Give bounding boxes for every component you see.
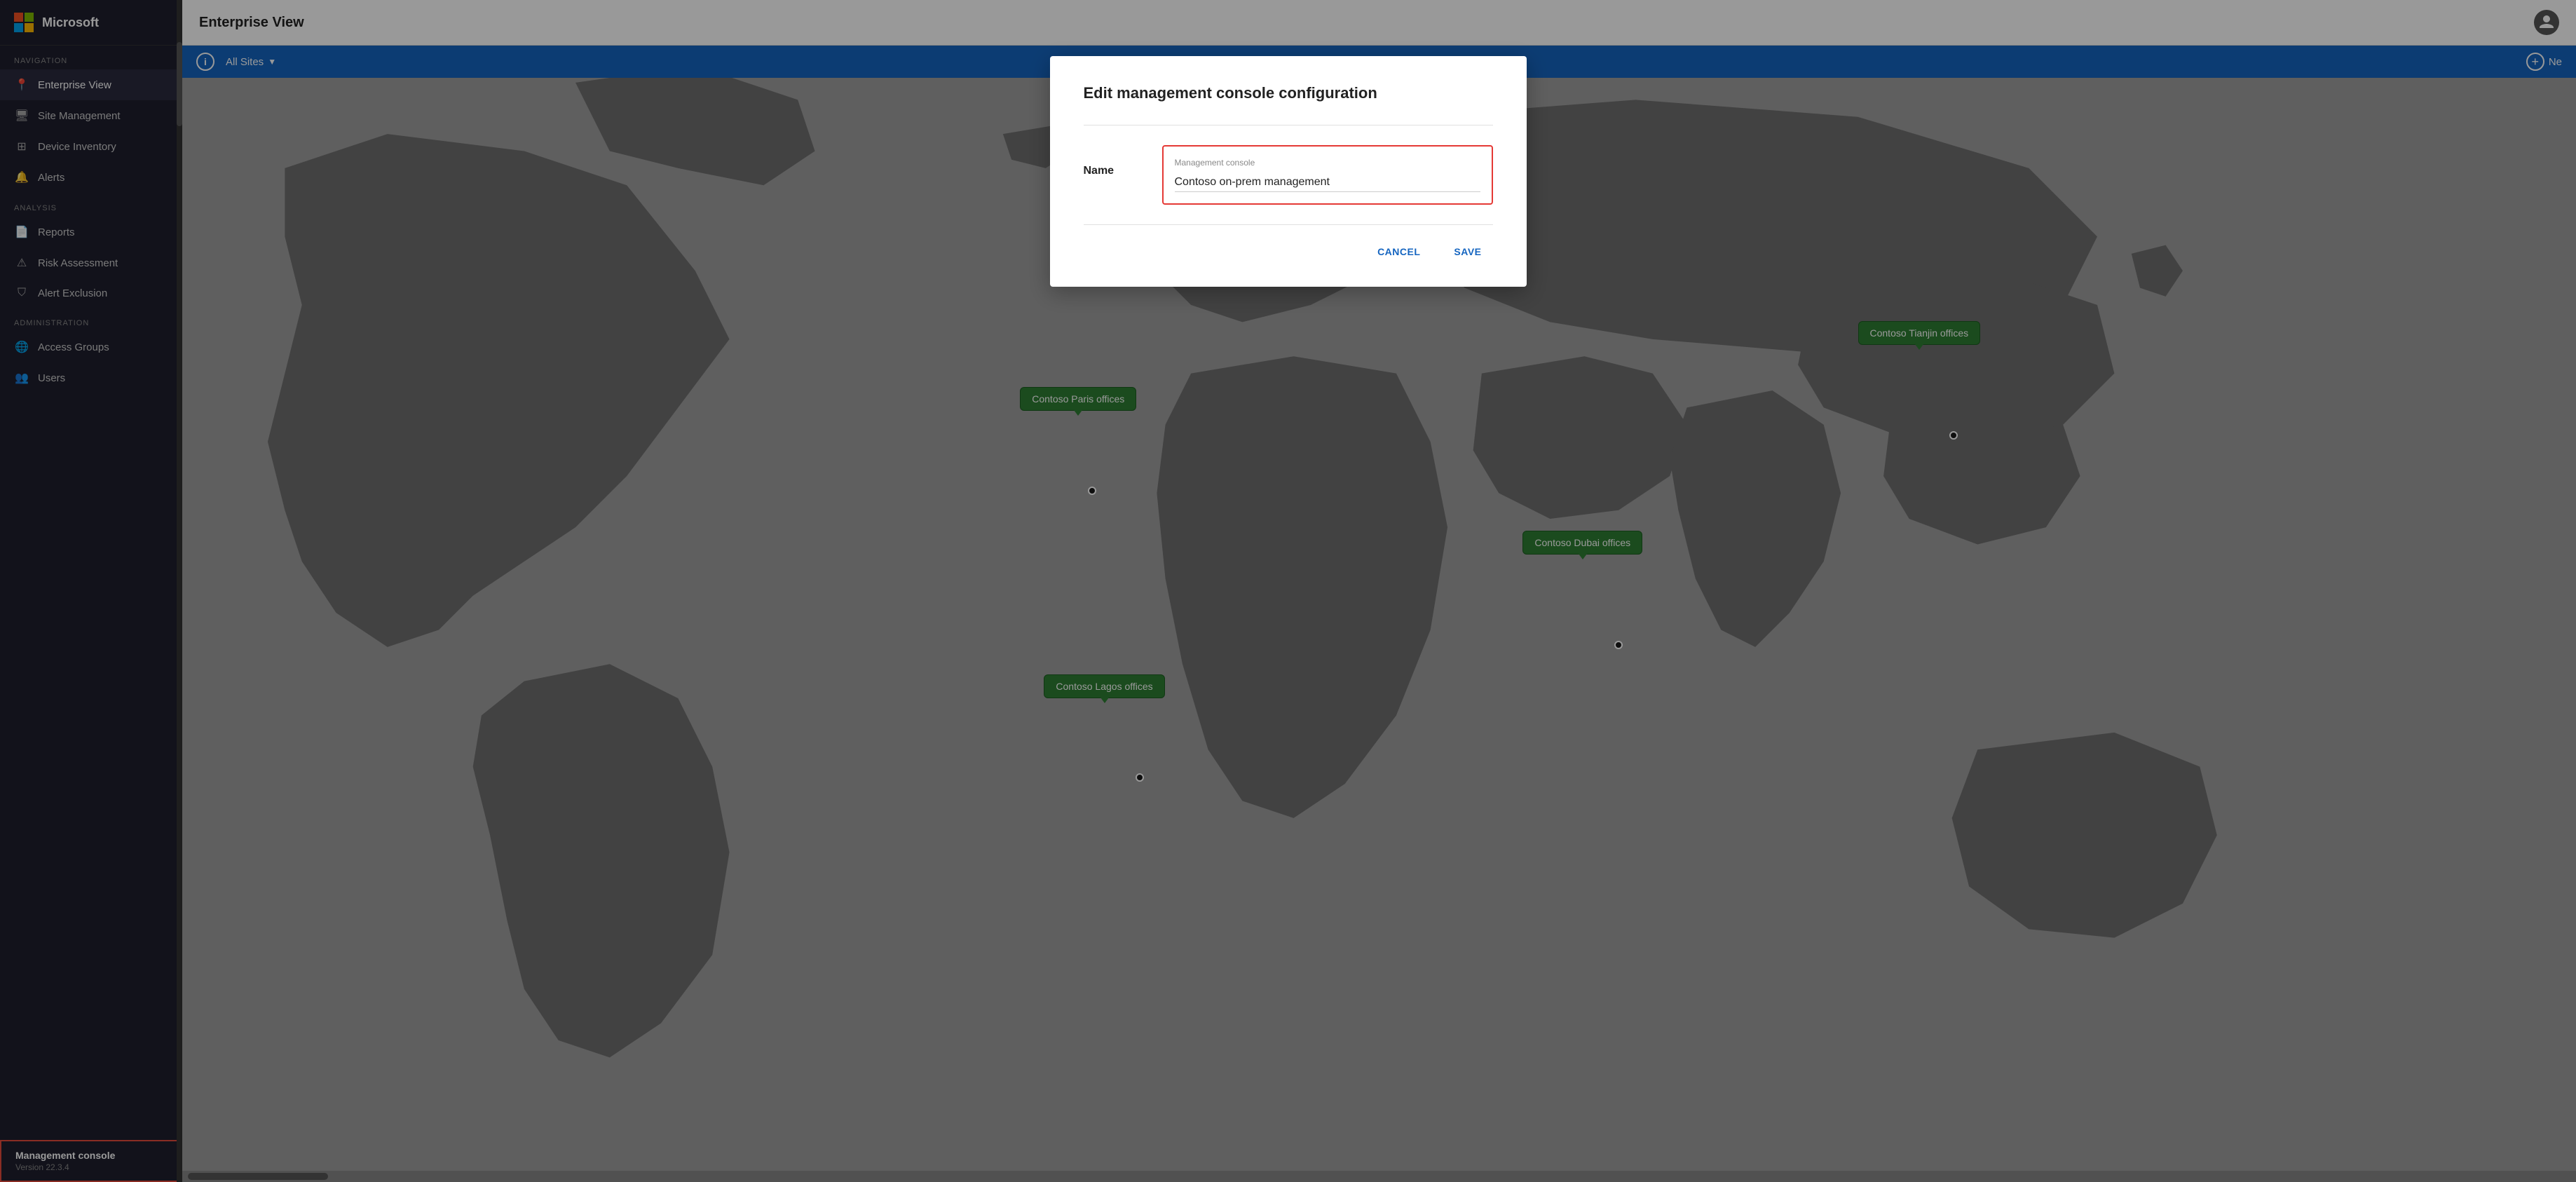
modal-actions: CANCEL SAVE [1084, 239, 1493, 264]
modal-divider-bottom [1084, 224, 1493, 225]
cancel-button[interactable]: CANCEL [1366, 239, 1431, 264]
name-label: Name [1084, 145, 1140, 177]
modal-overlay: Edit management console configuration Na… [0, 0, 2576, 1182]
edit-config-modal: Edit management console configuration Na… [1050, 56, 1527, 287]
modal-title: Edit management console configuration [1084, 84, 1493, 102]
save-button[interactable]: SAVE [1443, 239, 1492, 264]
management-console-input[interactable] [1175, 173, 1480, 192]
management-console-field: Management console [1162, 145, 1493, 205]
modal-form-row: Name Management console [1084, 145, 1493, 205]
field-label: Management console [1175, 158, 1480, 168]
